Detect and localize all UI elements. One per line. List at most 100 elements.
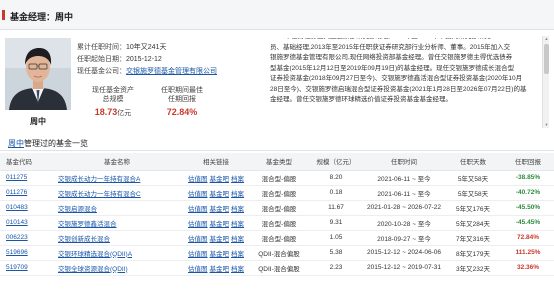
bio-line: 银施罗德基金管理有限公司,现任网络投资部基金经理。曾任交银施罗德主得优选债券 <box>270 54 513 61</box>
fund-name-link[interactable]: 交银成长动力一年持有混合A <box>58 176 140 183</box>
tenure-period: 2021-01-28 ~ 2026-07-22 <box>364 200 444 216</box>
fund-profile-link[interactable]: 档案 <box>231 176 244 183</box>
scroll-down-icon[interactable]: ▼ <box>543 122 550 128</box>
start-date-value: 2015-12-12 <box>126 56 162 63</box>
tenure-period: 2015-12-12 ~ 2019-07-31 <box>364 260 444 276</box>
tenure-label: 累计任职时间： <box>77 44 126 51</box>
fund-forum-link[interactable]: 基金吧 <box>210 221 230 228</box>
table-row: 010143 交银施罗德鑫活混合 估值图 基金吧 档案 混合型-偏股 9.31 2020-10… <box>0 215 554 231</box>
valuation-chart-link[interactable]: 估值图 <box>188 176 208 183</box>
bio-line: 2010年任财证券业大区股票部研究部助理,2018年至2013年中投网研究部研究 <box>270 38 526 43</box>
fund-forum-link[interactable]: 基金吧 <box>210 176 230 183</box>
assets-label-2: 总规模 <box>102 96 124 103</box>
fund-forum-link[interactable]: 基金吧 <box>210 191 230 198</box>
fund-type: 混合型-偏股 <box>250 215 308 231</box>
valuation-chart-link[interactable]: 估值图 <box>188 221 208 228</box>
fund-type: 混合型-偏股 <box>250 185 308 201</box>
page-title: 基金经理：周中 <box>10 12 74 22</box>
return-label-1: 任职期间最佳 <box>161 87 203 94</box>
fund-name-link[interactable]: 交银环球精选混合(QDII)A <box>58 251 132 258</box>
fund-forum-link[interactable]: 基金吧 <box>210 251 230 258</box>
table-row: 011275 交银成长动力一年持有混合A 估值图 基金吧 档案 混合型-偏股 8.20 202… <box>0 170 554 186</box>
fund-profile-link[interactable]: 档案 <box>231 206 244 213</box>
scroll-up-icon[interactable]: ▲ <box>543 36 550 42</box>
tenure-period: 2021-06-11 ~ 至今 <box>364 170 444 186</box>
tenure-days: 5年又284天 <box>444 215 502 231</box>
table-row: 010483 交银启源混合 估值图 基金吧 档案 混合型-偏股 11.67 2021-01-2… <box>0 200 554 216</box>
valuation-chart-link[interactable]: 估值图 <box>188 191 208 198</box>
bio-line: 28日至今)、交银施罗德启瑞混合型证券投资基金(2021年1月28日至2026年… <box>270 85 527 93</box>
bio-scrollbar[interactable]: ▲ ▼ <box>542 36 549 128</box>
tenure-return: -38.85% <box>502 170 554 186</box>
bio-line: 金经理。曾任交银施罗德环球精选价值证券投资基金基金经理。 <box>270 96 452 103</box>
fund-code-link[interactable]: 010143 <box>6 219 28 226</box>
tenure-days: 3年又232天 <box>444 260 502 276</box>
fund-size: 11.67 <box>308 200 364 216</box>
fund-size: 5.38 <box>308 245 364 261</box>
fund-name-link[interactable]: 交银施罗德鑫活混合 <box>58 221 117 228</box>
return-value: 72.84% <box>166 107 198 117</box>
table-header-row: 基金代码 基金名称 相关链接 基金类型 规模（亿元） 任职时间 任职天数 任职回… <box>0 153 554 171</box>
fund-code-link[interactable]: 010483 <box>6 204 28 211</box>
table-row: 519696 交银环球精选混合(QDII)A 估值图 基金吧 档案 QDII-混合偏股 5.… <box>0 245 554 261</box>
col-header-name: 基金名称 <box>52 153 182 171</box>
col-header-links: 相关链接 <box>182 153 250 171</box>
fund-size: 2.23 <box>308 260 364 276</box>
fund-code-link[interactable]: 011276 <box>6 189 27 196</box>
tenure-period: 2018-09-27 ~ 至今 <box>364 230 444 246</box>
fund-code-link[interactable]: 519696 <box>6 249 28 256</box>
start-date-label: 任职起始日期： <box>77 56 126 63</box>
fund-size: 8.20 <box>308 170 364 186</box>
fund-name-link[interactable]: 交银启源混合 <box>58 206 97 213</box>
manager-portrait-icon <box>5 38 71 110</box>
fund-profile-link[interactable]: 档案 <box>231 266 244 273</box>
col-header-return: 任职回报 <box>502 153 554 171</box>
assets-unit: 亿元 <box>117 110 132 117</box>
funds-section-title: 周中管理过的基金一览 <box>8 138 88 149</box>
fund-profile-link[interactable]: 档案 <box>231 251 244 258</box>
valuation-chart-link[interactable]: 估值图 <box>188 266 208 273</box>
section-divider <box>0 150 554 151</box>
valuation-chart-link[interactable]: 估值图 <box>188 251 208 258</box>
manager-name-link[interactable]: 周中 <box>8 139 24 148</box>
return-label-2: 任期回报 <box>168 96 196 103</box>
assets-label-1: 现任基金资产 <box>92 87 134 94</box>
fund-name-link[interactable]: 交银全球资源混合(QDII) <box>58 266 128 273</box>
col-header-size: 规模（亿元） <box>308 153 364 171</box>
manager-bio: 2010年任财证券业大区股票部研究部助理,2018年至2013年中投网研究部研究… <box>270 38 538 122</box>
fund-size: 9.31 <box>308 215 364 231</box>
valuation-chart-link[interactable]: 估值图 <box>188 236 208 243</box>
fund-forum-link[interactable]: 基金吧 <box>210 236 230 243</box>
tenure-days: 7年又316天 <box>444 230 502 246</box>
company-link[interactable]: 交银施罗德基金管理有限公司 <box>126 68 217 75</box>
company-row: 现任基金公司：交银施罗德基金管理有限公司 <box>77 66 217 76</box>
fund-code-link[interactable]: 006223 <box>6 234 28 241</box>
bio-line: 型基金(2015年12月12日至2019年09月19日)的基金经理。现任交银施罗… <box>270 64 515 72</box>
manager-header: 基金经理：周中 <box>0 0 554 30</box>
fund-profile-link[interactable]: 档案 <box>231 221 244 228</box>
tenure-period: 2020-10-28 ~ 至今 <box>364 215 444 231</box>
tenure-days: 5年又176天 <box>444 200 502 216</box>
fund-profile-link[interactable]: 档案 <box>231 191 244 198</box>
tenure-return: -45.45% <box>502 215 554 231</box>
header-accent-bar <box>2 10 5 20</box>
fund-profile-link[interactable]: 档案 <box>231 236 244 243</box>
tenure-row: 累计任职时间：10年又241天 <box>77 42 166 52</box>
tenure-return: 111.25% <box>502 245 554 261</box>
fund-code-link[interactable]: 519709 <box>6 264 28 271</box>
tenure-period: 2021-06-11 ~ 至今 <box>364 185 444 201</box>
table-row: 006223 交银创新成长混合 估值图 基金吧 档案 混合型-偏股 1.05 2018-09-… <box>0 230 554 246</box>
valuation-chart-link[interactable]: 估值图 <box>188 206 208 213</box>
tenure-days: 5年又58天 <box>444 185 502 201</box>
tenure-value: 10年又241天 <box>126 44 167 51</box>
fund-name-link[interactable]: 交银创新成长混合 <box>58 236 110 243</box>
fund-name-link[interactable]: 交银成长动力一年持有混合C <box>58 191 141 198</box>
manager-name: 周中 <box>30 117 46 126</box>
tenure-period: 2015-12-12 ~ 2024-06-06 <box>364 245 444 261</box>
fund-forum-link[interactable]: 基金吧 <box>210 206 230 213</box>
tenure-days: 5年又58天 <box>444 170 502 186</box>
fund-code-link[interactable]: 011275 <box>6 174 27 181</box>
fund-forum-link[interactable]: 基金吧 <box>210 266 230 273</box>
scroll-thumb[interactable] <box>544 44 549 74</box>
bio-line: 员、基础经理,2013年至2015年任职获证券研究部行业分析师、董事。2015年… <box>270 43 511 51</box>
